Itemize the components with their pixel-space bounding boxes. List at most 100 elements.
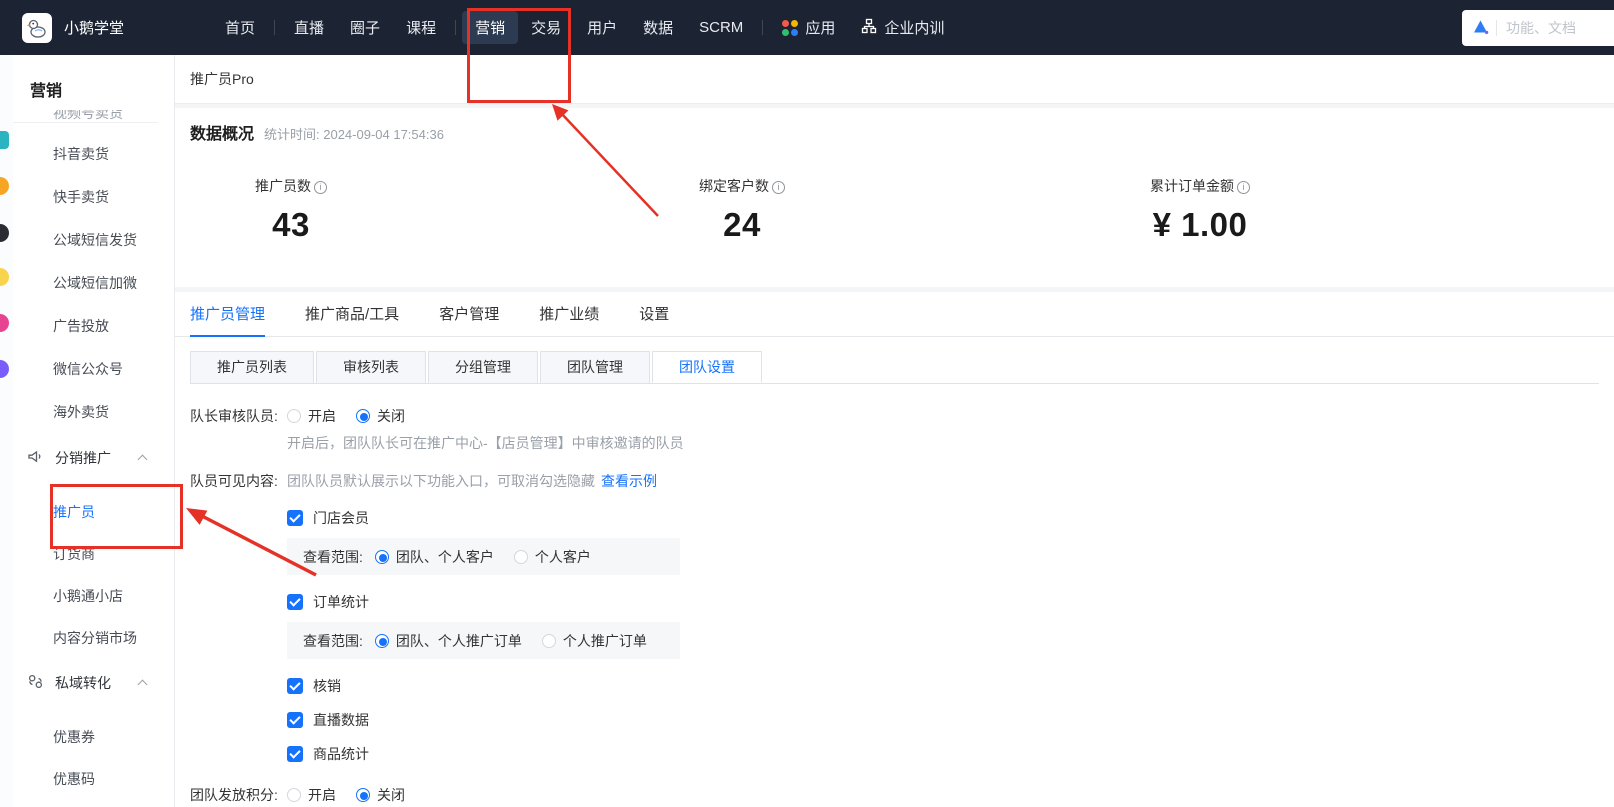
radio-option-off[interactable]: 关闭 xyxy=(356,406,405,426)
nav-item-scrm[interactable]: SCRM xyxy=(686,13,756,42)
megaphone-icon xyxy=(27,448,44,468)
checkbox-checked-icon[interactable] xyxy=(287,510,303,526)
subtab-promoter-list[interactable]: 推广员列表 xyxy=(190,351,314,383)
scope-option-personal-orders[interactable]: 个人推广订单 xyxy=(541,631,647,651)
subtab-review-list[interactable]: 审核列表 xyxy=(316,351,426,383)
sidebar-group-private-domain[interactable]: 私域转化 xyxy=(13,661,174,704)
sidebar-item-wechat[interactable]: 微信公众号 xyxy=(13,348,174,391)
nav-item-apps-label: 应用 xyxy=(805,20,836,37)
sidebar-item-kuaishou[interactable]: 快手卖货 xyxy=(13,176,174,219)
nav-item-live[interactable]: 直播 xyxy=(281,11,337,44)
radio-icon[interactable] xyxy=(287,788,301,802)
checkbox-checked-icon[interactable] xyxy=(287,594,303,610)
checkbox-store-member[interactable]: 门店会员 xyxy=(287,508,1599,528)
sidebar-marketing: 营销 视频号卖货 抖音卖货 快手卖货 公域短信发货 公域短信加微 广告投放 微信… xyxy=(13,55,175,807)
radio-icon[interactable] xyxy=(287,409,301,423)
tab-settings[interactable]: 设置 xyxy=(639,292,669,337)
sidebar-item-overseas[interactable]: 海外卖货 xyxy=(13,391,174,434)
nav-item-home[interactable]: 首页 xyxy=(212,11,268,44)
tab-promo-performance[interactable]: 推广业绩 xyxy=(539,292,599,337)
nav-item-enterprise-training-label: 企业内训 xyxy=(884,20,945,37)
radio-icon-checked[interactable] xyxy=(374,633,389,648)
nav-item-marketing[interactable]: 营销 xyxy=(462,11,519,44)
main-tabs: 推广员管理 推广商品/工具 客户管理 推广业绩 设置 xyxy=(175,292,1614,337)
brand[interactable]: 小鹅学堂 xyxy=(22,12,124,43)
subtab-group-management[interactable]: 分组管理 xyxy=(428,351,538,383)
sidebar-group-distribution[interactable]: 分销推广 xyxy=(13,436,174,479)
sidebar-item-clipped[interactable]: 视频号卖货 xyxy=(13,110,158,123)
tab-promo-goods-tools[interactable]: 推广商品/工具 xyxy=(305,292,399,337)
radio-option-off[interactable]: 关闭 xyxy=(356,785,405,805)
subtab-team-management[interactable]: 团队管理 xyxy=(540,351,650,383)
subtab-team-settings[interactable]: 团队设置 xyxy=(652,351,762,383)
scope-option-team-personal-orders[interactable]: 团队、个人推广订单 xyxy=(374,631,522,651)
checkbox-checked-icon[interactable] xyxy=(287,678,303,694)
team-points-label: 团队发放积分: xyxy=(190,787,278,803)
sidebar-item-wholesaler[interactable]: 订货商 xyxy=(13,533,174,575)
radio-icon-checked[interactable] xyxy=(356,788,370,802)
nav-item-course[interactable]: 课程 xyxy=(393,11,449,44)
sidebar-item-coupon[interactable]: 优惠券 xyxy=(13,716,174,758)
global-search[interactable] xyxy=(1462,10,1614,46)
stat-label: 累计订单金额 xyxy=(1150,178,1234,194)
triangle-logo-icon xyxy=(1472,19,1489,38)
purple-app-icon xyxy=(0,360,9,378)
tab-promoter-management[interactable]: 推广员管理 xyxy=(190,292,265,337)
search-input[interactable] xyxy=(1506,20,1606,36)
view-example-link[interactable]: 查看示例 xyxy=(601,471,657,491)
radio-icon[interactable] xyxy=(541,633,556,648)
nav-separator xyxy=(762,20,764,35)
nav-item-user[interactable]: 用户 xyxy=(574,11,630,44)
checkbox-goods-stats[interactable]: 商品统计 xyxy=(287,744,1599,764)
sidebar-item-promoter[interactable]: 推广员 xyxy=(13,491,174,533)
overview-card: 数据概况 统计时间: 2024-09-04 17:54:36 推广员数 43 绑… xyxy=(175,108,1614,287)
nav-item-enterprise-training[interactable]: 企业内训 xyxy=(848,11,957,44)
sidebar-item-content-market[interactable]: 内容分销市场 xyxy=(13,617,174,659)
sidebar-sublist-distribution: 推广员 订货商 小鹅通小店 内容分销市场 xyxy=(13,491,174,659)
visible-content-row: 队员可见内容: 团队队员默认展示以下功能入口，可取消勾选隐藏 查看示例 xyxy=(190,471,1599,491)
info-icon[interactable] xyxy=(1237,181,1250,194)
sidebar-sublist-private-domain: 优惠券 优惠码 xyxy=(13,716,174,800)
sidebar-title: 营销 xyxy=(30,83,63,100)
checkbox-verification[interactable]: 核销 xyxy=(287,676,1599,696)
sidebar-group-label: 分销推广 xyxy=(55,449,111,466)
radio-option-on[interactable]: 开启 xyxy=(287,406,336,426)
sidebar-item-xiaoe-shop[interactable]: 小鹅通小店 xyxy=(13,575,174,617)
checkbox-checked-icon[interactable] xyxy=(287,712,303,728)
stat-label: 推广员数 xyxy=(255,178,311,194)
nav-item-data[interactable]: 数据 xyxy=(630,11,686,44)
sidebar-item-sms-ship[interactable]: 公域短信发货 xyxy=(13,219,174,262)
stat-value: 24 xyxy=(723,206,761,243)
checkbox-live-data[interactable]: 直播数据 xyxy=(287,710,1599,730)
goose-logo-icon xyxy=(22,12,52,43)
nav-item-circle[interactable]: 圈子 xyxy=(337,11,393,44)
radio-icon[interactable] xyxy=(513,549,528,564)
management-card: 推广员管理 推广商品/工具 客户管理 推广业绩 设置 推广员列表 审核列表 分组… xyxy=(175,292,1614,807)
radio-icon-checked[interactable] xyxy=(356,409,370,423)
sidebar-item-sms-wx[interactable]: 公域短信加微 xyxy=(13,262,174,305)
radio-option-on[interactable]: 开启 xyxy=(287,785,336,805)
scope-option-personal[interactable]: 个人客户 xyxy=(513,547,591,567)
team-settings-form: 队长审核队员: 开启 关闭 开启后，团队队长可在推广中心-【店员管理】中审核邀请… xyxy=(175,384,1614,807)
checkbox-order-stats[interactable]: 订单统计 xyxy=(287,592,1599,612)
info-icon[interactable] xyxy=(772,181,785,194)
sidebar-item-ads[interactable]: 广告投放 xyxy=(13,305,174,348)
scope-option-team-personal[interactable]: 团队、个人客户 xyxy=(374,547,494,567)
nav-item-trade[interactable]: 交易 xyxy=(518,11,574,44)
orange-app-icon xyxy=(0,177,9,195)
overview-time: 统计时间: 2024-09-04 17:54:36 xyxy=(264,127,444,142)
chevron-up-icon xyxy=(137,454,148,464)
nav-separator xyxy=(455,20,457,35)
sidebar-item-douyin[interactable]: 抖音卖货 xyxy=(13,133,174,176)
info-icon[interactable] xyxy=(314,181,327,194)
nav-item-apps[interactable]: 应用 xyxy=(769,11,848,44)
checkbox-checked-icon[interactable] xyxy=(287,746,303,762)
stat-value: ¥ 1.00 xyxy=(1152,206,1248,243)
sidebar-item-coupon-code[interactable]: 优惠码 xyxy=(13,758,174,800)
org-chart-icon xyxy=(861,18,877,38)
captain-review-label: 队长审核队员: xyxy=(190,408,278,424)
edge-icon-rail xyxy=(0,55,13,807)
chevron-up-icon xyxy=(137,679,148,689)
radio-icon-checked[interactable] xyxy=(374,549,389,564)
tab-customer-management[interactable]: 客户管理 xyxy=(439,292,499,337)
